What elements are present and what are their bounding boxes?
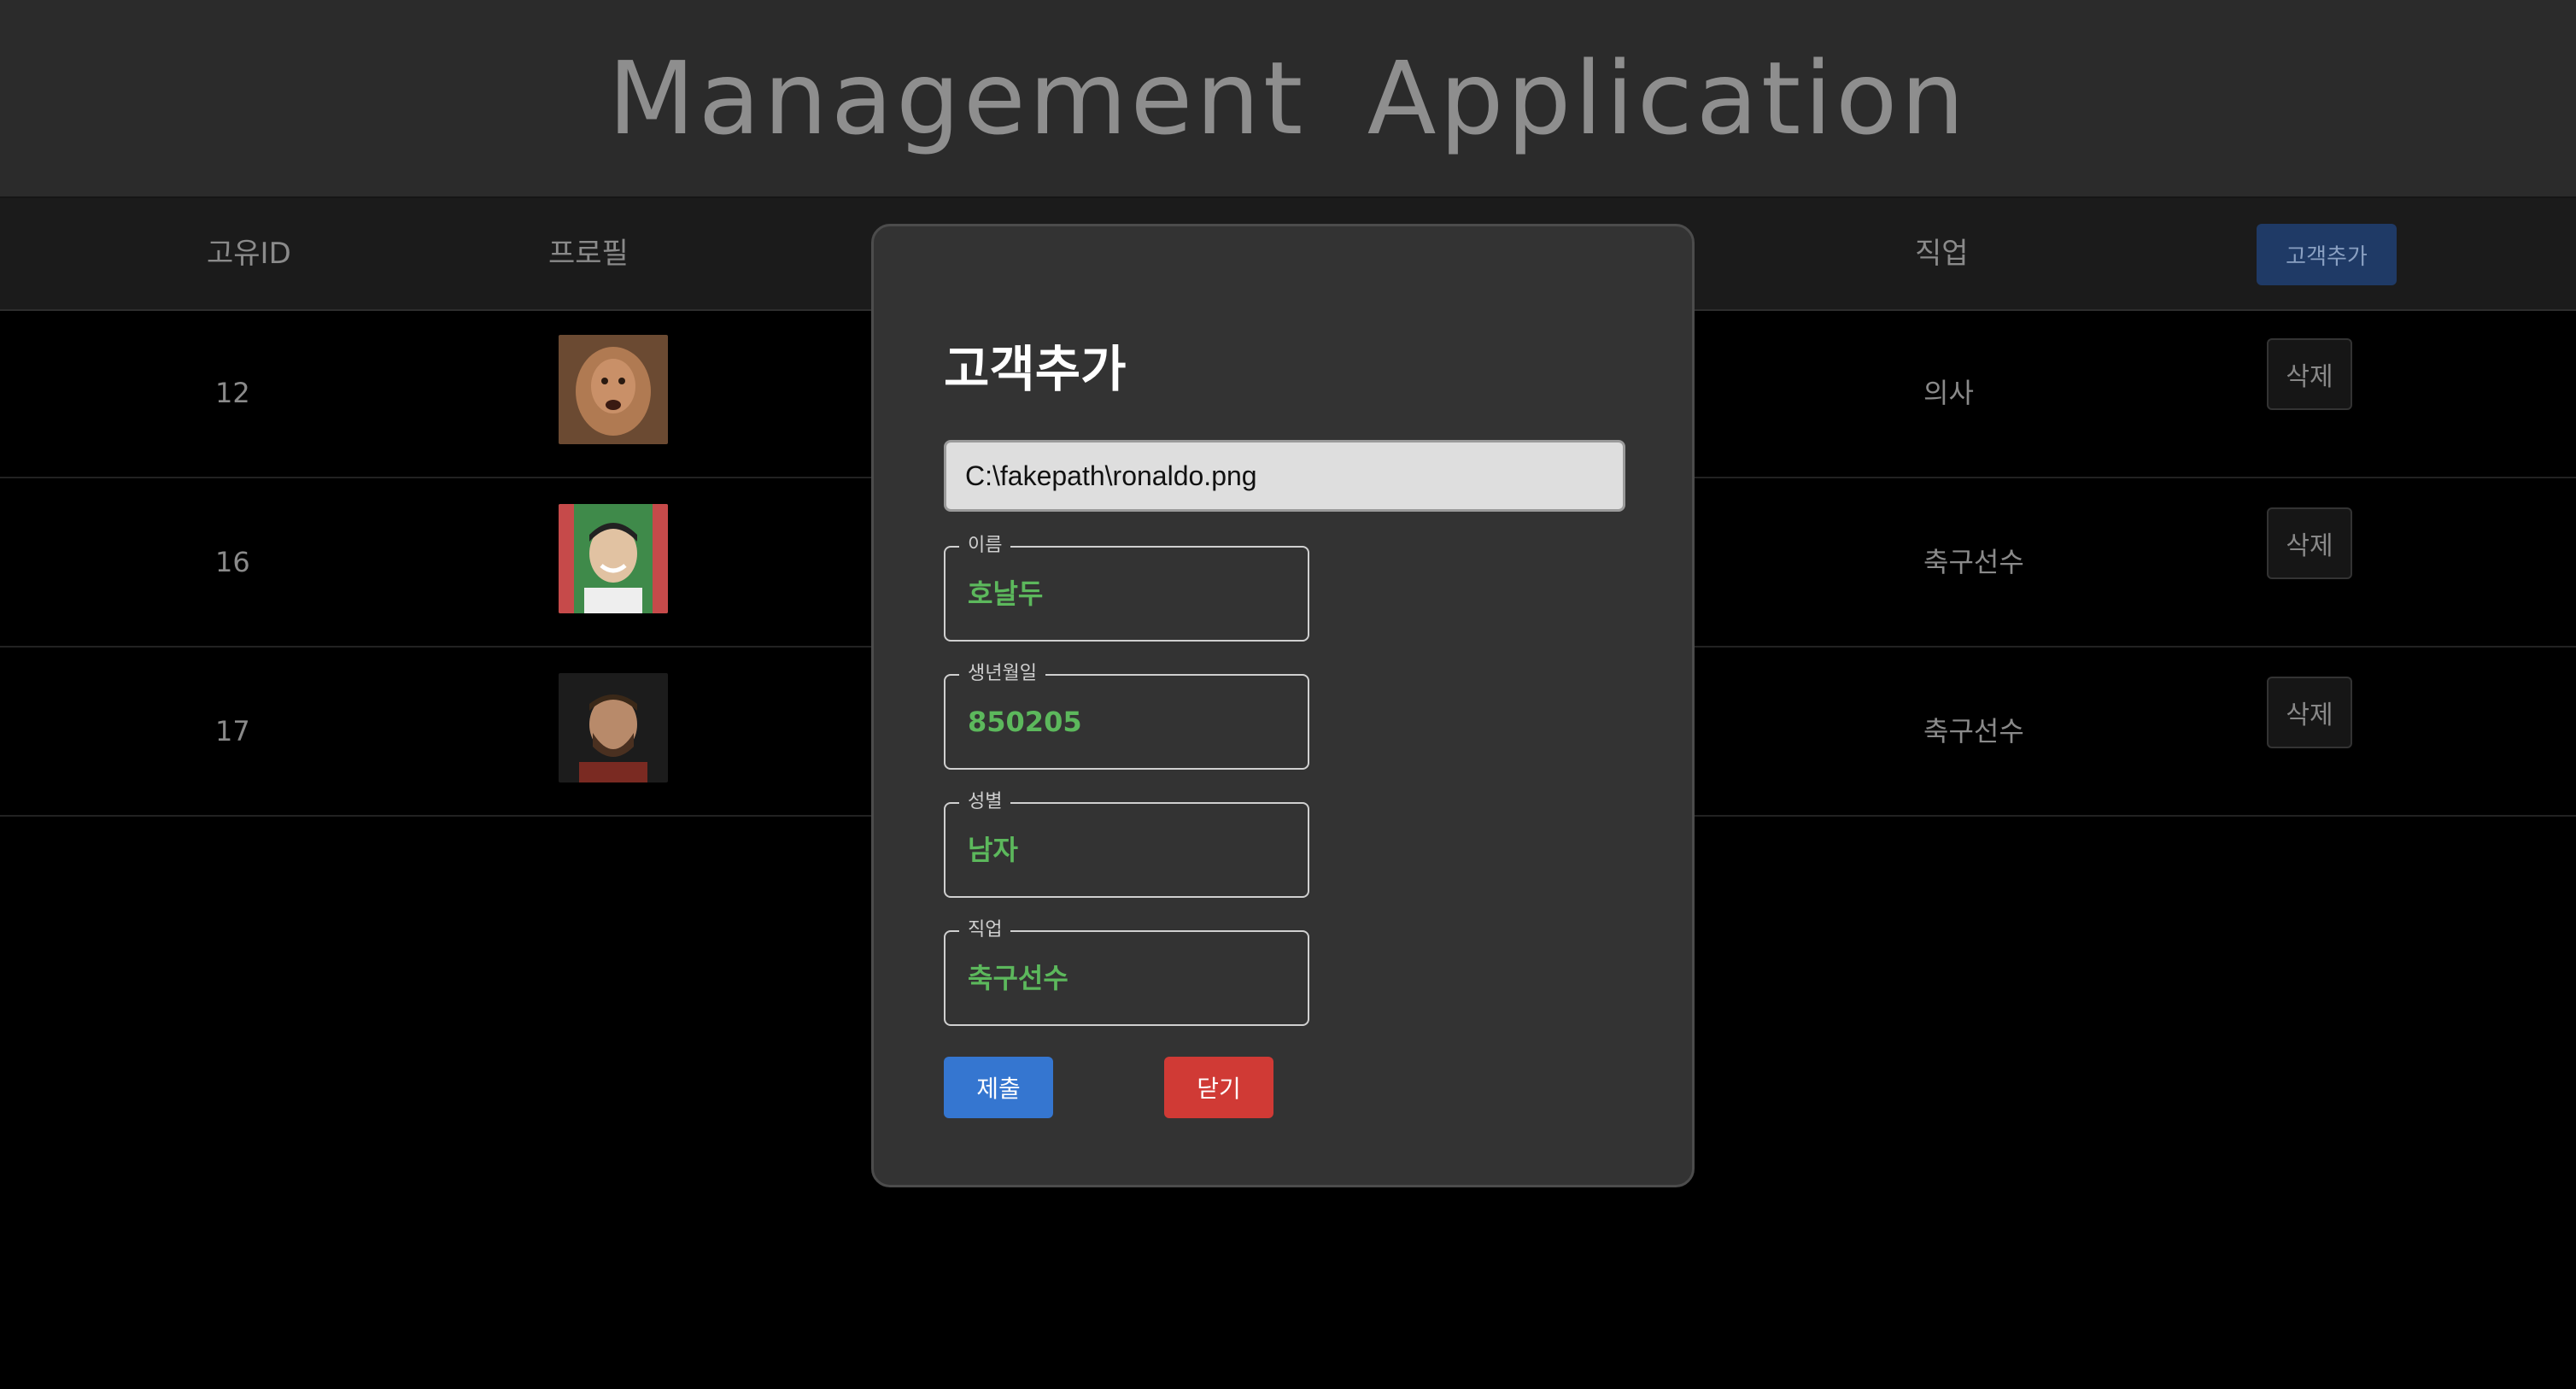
customer-job: 축구선수 [1923,546,2024,578]
customer-id: 12 [215,377,250,409]
add-customer-button[interactable]: 고객추가 [2257,224,2397,285]
field-value: 남자 [968,834,1018,866]
name-field[interactable]: 이름 호날두 [944,534,1309,642]
submit-button[interactable]: 제출 [944,1057,1053,1118]
customer-job: 축구선수 [1923,715,2024,747]
delete-button[interactable]: 삭제 [2267,677,2352,748]
column-header-profile: 프로필 [548,237,629,271]
customer-job: 의사 [1923,377,1974,409]
birthday-field[interactable]: 생년월일 850205 [944,662,1309,770]
close-button[interactable]: 닫기 [1164,1057,1273,1118]
delete-button[interactable]: 삭제 [2267,338,2352,410]
field-value: 호날두 [968,577,1044,610]
column-header-job: 직업 [1915,237,1969,271]
app-title: Management Application [607,39,1969,157]
job-field[interactable]: 직업 축구선수 [944,918,1309,1026]
avatar [559,504,668,613]
customer-id: 16 [215,546,250,578]
add-customer-dialog: 고객추가 C:\fakepath\ronaldo.png 이름 호날두 생년월일… [871,224,1695,1187]
customer-id: 17 [215,715,250,747]
dialog-title: 고객추가 [944,340,1127,398]
field-value: 축구선수 [968,962,1068,994]
app-header: Management Application [0,0,2576,196]
avatar [559,673,668,782]
delete-button[interactable]: 삭제 [2267,507,2352,579]
avatar [559,335,668,444]
column-header-id: 고유ID [207,237,291,271]
gender-field[interactable]: 성별 남자 [944,790,1309,898]
field-value: 850205 [968,706,1082,738]
profile-file-input[interactable]: C:\fakepath\ronaldo.png [944,440,1625,512]
